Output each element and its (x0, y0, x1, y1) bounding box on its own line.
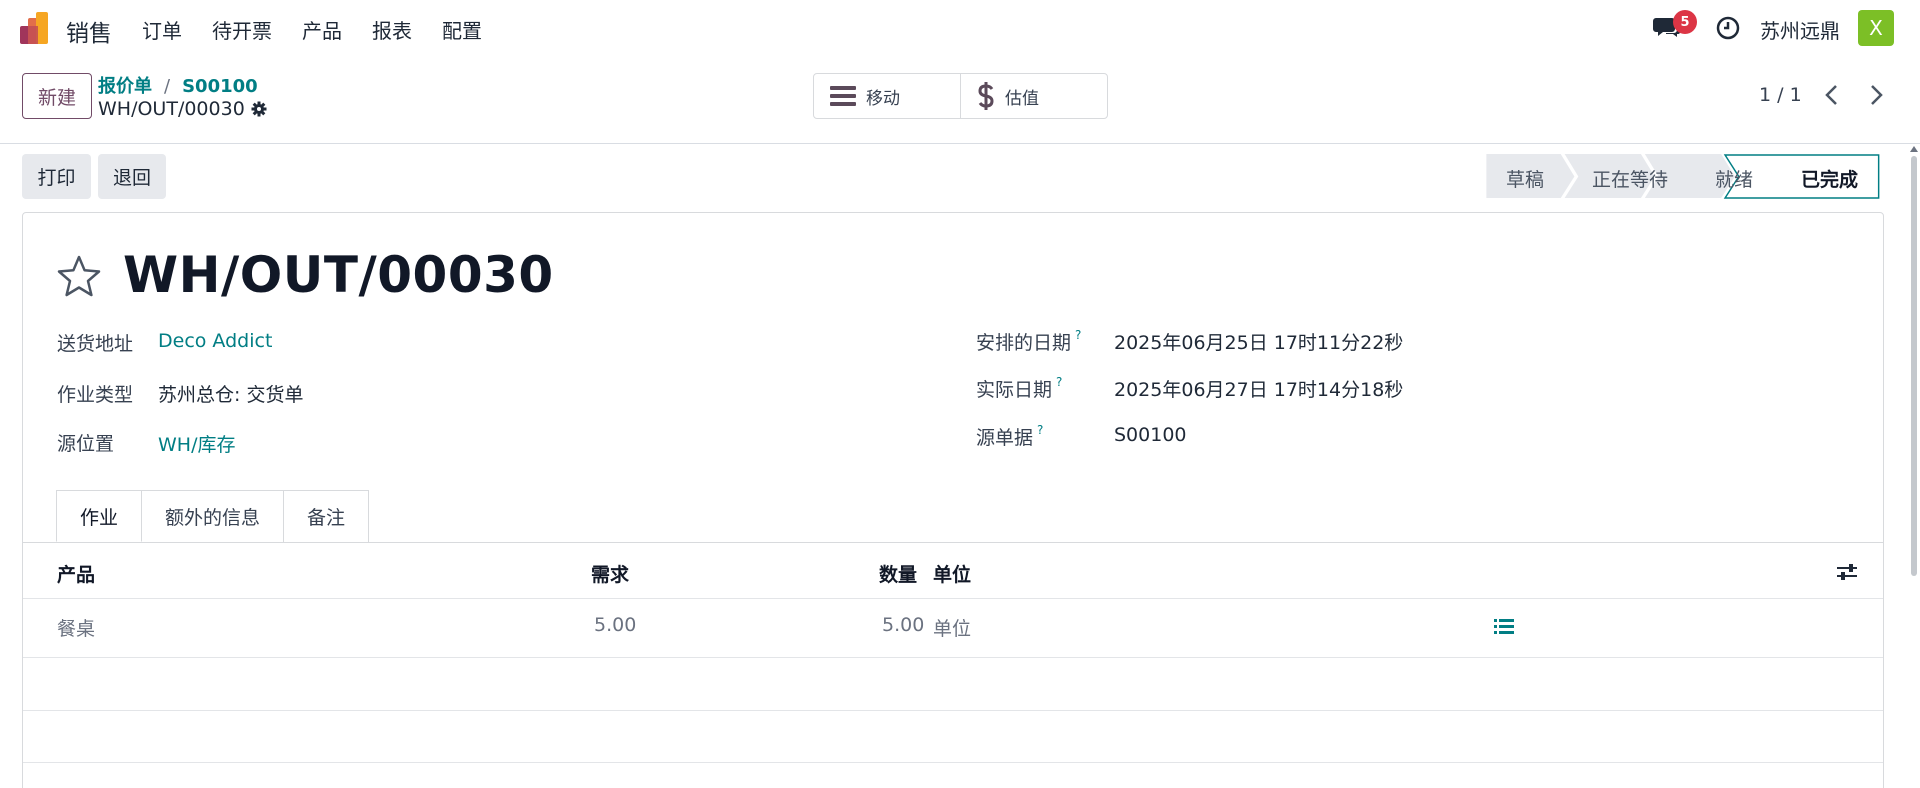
menu-products[interactable]: 产品 (302, 15, 342, 44)
status-done: 已完成 (1801, 169, 1859, 191)
status-ready[interactable]: 就绪 (1715, 165, 1753, 192)
form-header: 打印 退回 草稿 正在等待 就绪 已完成 (0, 154, 1920, 200)
column-quantity[interactable]: 数量 (879, 560, 917, 587)
app-name[interactable]: 销售 (66, 14, 112, 48)
cell-uom: 单位 (933, 618, 972, 640)
cell-demand: 5.00 (594, 614, 637, 636)
column-product[interactable]: 产品 (57, 560, 95, 587)
valuation-label: 估值 (1005, 88, 1039, 109)
record-title: WH/OUT/00030 (123, 246, 554, 304)
pager-value[interactable]: 1 / 1 (1759, 84, 1802, 106)
menu-configuration[interactable]: 配置 (442, 15, 482, 44)
operation-type-value[interactable]: 苏州总仓: 交货单 (158, 380, 303, 407)
company-switcher[interactable]: 苏州远鼎 (1760, 15, 1840, 44)
moves-smart-button[interactable]: 移动 (814, 74, 960, 118)
scheduled-date-label: 安排的日期? (976, 328, 1082, 354)
tab-divider (22, 542, 1884, 543)
status-waiting[interactable]: 正在等待 (1592, 165, 1668, 192)
control-panel: 新建 报价单 / S00100 WH/OUT/00030 移动 估值 1 / 1 (0, 56, 1920, 144)
top-navbar: 销售 订单 待开票 产品 报表 配置 5 苏州远鼎 X (0, 0, 1920, 56)
scheduled-date-value[interactable]: 2025年06月25日 17时11分22秒 (1114, 328, 1403, 355)
activity-clock-icon[interactable] (1716, 16, 1740, 40)
menu-to-invoice[interactable]: 待开票 (212, 15, 272, 44)
delivery-address-label: 送货地址 (57, 333, 134, 355)
smart-buttons: 移动 估值 (813, 73, 1108, 119)
source-location-label: 源位置 (57, 433, 115, 455)
column-demand[interactable]: 需求 (591, 560, 629, 587)
current-record-name: WH/OUT/00030 (98, 98, 267, 120)
new-button[interactable]: 新建 (22, 73, 92, 119)
column-uom[interactable]: 单位 (933, 560, 971, 587)
return-button[interactable]: 退回 (98, 154, 166, 199)
moves-label: 移动 (866, 88, 900, 109)
row-divider (23, 710, 1883, 711)
row-divider (23, 762, 1883, 763)
user-avatar[interactable]: X (1858, 10, 1894, 46)
source-document-value[interactable]: S00100 (1114, 424, 1187, 446)
valuation-smart-button[interactable]: 估值 (960, 74, 1107, 118)
status-draft[interactable]: 草稿 (1506, 165, 1544, 192)
help-tooltip-icon[interactable]: ? (1075, 328, 1081, 342)
chat-count-badge: 5 (1673, 10, 1697, 34)
menu-reporting[interactable]: 报表 (372, 15, 412, 44)
delivery-address-value[interactable]: Deco Addict (158, 330, 272, 352)
scrollbar[interactable] (1908, 146, 1920, 788)
chevron-right-icon[interactable] (1866, 83, 1886, 107)
main-menu: 订单 待开票 产品 报表 配置 (142, 15, 512, 44)
dollar-icon (978, 82, 994, 110)
scroll-up-arrow-icon[interactable] (1910, 146, 1918, 152)
column-settings-icon[interactable] (1836, 562, 1858, 582)
row-divider (23, 657, 1883, 658)
tab-additional-info[interactable]: 额外的信息 (141, 490, 284, 542)
cell-product: 餐桌 (57, 618, 96, 640)
print-button[interactable]: 打印 (22, 154, 91, 199)
sales-app-logo-icon[interactable] (20, 12, 54, 44)
details-list-icon[interactable] (1494, 618, 1514, 636)
scrollbar-thumb[interactable] (1911, 156, 1917, 576)
source-location-value[interactable]: WH/库存 (158, 430, 235, 457)
source-document-label: 源单据? (976, 423, 1044, 449)
breadcrumb: 报价单 / S00100 (98, 72, 258, 98)
tab-operations[interactable]: 作业 (56, 490, 142, 542)
chevron-left-icon[interactable] (1822, 83, 1842, 107)
effective-date-value[interactable]: 2025年06月27日 17时14分18秒 (1114, 375, 1403, 402)
gear-icon[interactable] (251, 101, 267, 117)
cell-quantity: 5.00 (882, 614, 925, 636)
breadcrumb-separator: / (164, 76, 171, 97)
table-header-divider (23, 598, 1883, 599)
operation-type-label: 作业类型 (57, 384, 134, 406)
menu-orders[interactable]: 订单 (142, 15, 182, 44)
record-name-text: WH/OUT/00030 (98, 98, 245, 120)
breadcrumb-quotations[interactable]: 报价单 (98, 76, 152, 97)
hamburger-icon (830, 86, 856, 106)
help-tooltip-icon[interactable]: ? (1056, 375, 1062, 389)
notebook-tabs: 作业 额外的信息 备注 (56, 490, 369, 542)
tab-note[interactable]: 备注 (283, 490, 369, 542)
star-icon[interactable] (56, 254, 102, 298)
help-tooltip-icon[interactable]: ? (1037, 423, 1043, 437)
breadcrumb-order[interactable]: S00100 (182, 76, 258, 97)
effective-date-label: 实际日期? (976, 375, 1063, 401)
